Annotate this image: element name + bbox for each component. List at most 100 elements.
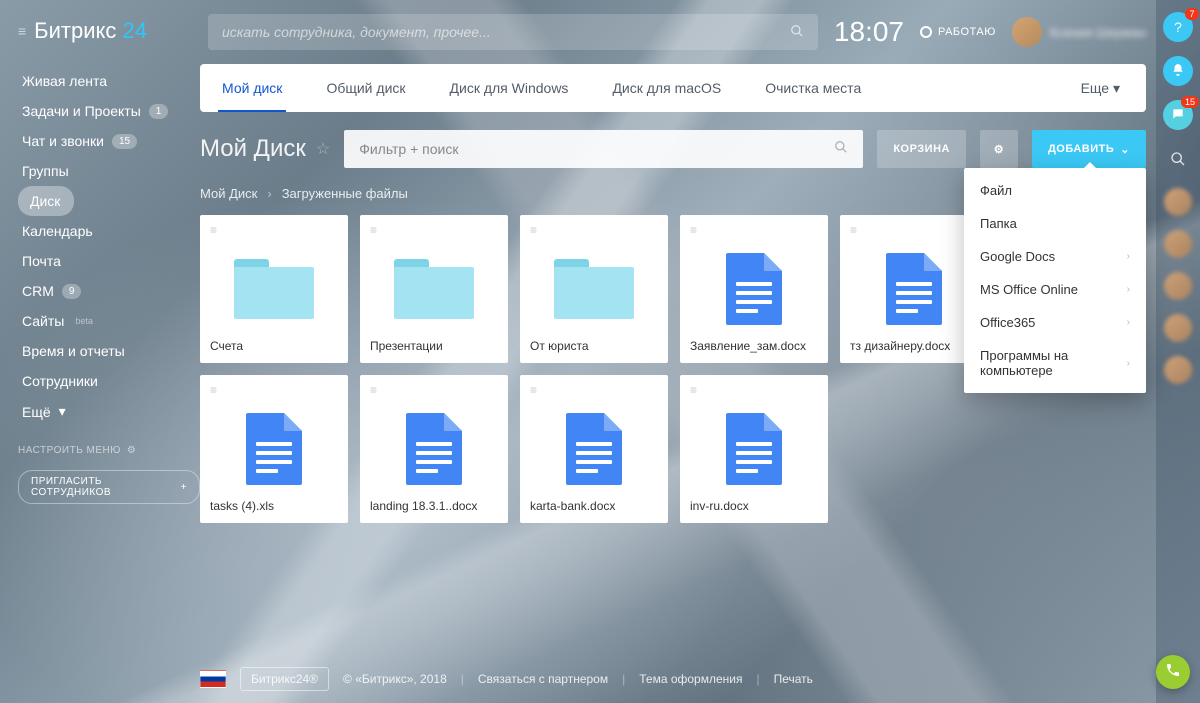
filter-input[interactable] <box>359 141 834 157</box>
sidebar-item-11[interactable]: Ещё▾ <box>18 396 76 427</box>
sidebar-item-9[interactable]: Время и отчеты <box>18 336 135 366</box>
sidebar-item-label: Время и отчеты <box>22 343 125 359</box>
dropdown-item-3[interactable]: MS Office Online › <box>964 273 1146 306</box>
folder-tile[interactable]: ≡Счета <box>200 215 348 363</box>
file-tile[interactable]: ≡Заявление_зам.docx <box>680 215 828 363</box>
sidebar-item-3[interactable]: Группы <box>18 156 79 186</box>
dropdown-item-5[interactable]: Программы на компьютере› <box>964 339 1146 387</box>
file-tile[interactable]: ≡karta-bank.docx <box>520 375 668 523</box>
footer-brand[interactable]: Битрикс24® <box>240 667 329 691</box>
global-search[interactable] <box>208 14 818 50</box>
tab-1[interactable]: Общий диск <box>304 64 427 112</box>
search-icon[interactable] <box>790 24 804 41</box>
tab-2[interactable]: Диск для Windows <box>428 64 591 112</box>
sidebar-item-10[interactable]: Сотрудники <box>18 366 108 396</box>
dropdown-label: Папка <box>980 216 1017 231</box>
dropdown-label: Программы на компьютере <box>980 348 1127 378</box>
sidebar-item-label: Сайты <box>22 313 64 329</box>
document-icon <box>406 413 462 485</box>
chevron-down-icon: ⌄ <box>1120 143 1130 156</box>
configure-menu[interactable]: НАСТРОИТЬ МЕНЮ⚙ <box>18 445 200 456</box>
plus-icon: + <box>181 482 187 493</box>
copyright: © «Битрикс», 2018 <box>343 672 447 686</box>
sidebar-item-4[interactable]: Диск <box>18 186 74 216</box>
rail-avatar[interactable] <box>1164 188 1192 216</box>
search-icon[interactable] <box>834 140 848 159</box>
badge: 15 <box>1181 96 1199 108</box>
clock: 18:07 <box>834 16 904 48</box>
file-label: Презентации <box>370 339 498 353</box>
add-dropdown: ФайлПапкаGoogle Docs›MS Office Online›Of… <box>964 168 1146 393</box>
rail-avatar[interactable] <box>1164 356 1192 384</box>
folder-tile[interactable]: ≡От юриста <box>520 215 668 363</box>
settings-button[interactable]: ⚙ <box>980 130 1018 168</box>
notifications-button[interactable] <box>1163 56 1193 86</box>
sidebar-item-1[interactable]: Задачи и Проекты1 <box>18 96 178 126</box>
dropdown-item-1[interactable]: Папка <box>964 207 1146 240</box>
tab-0[interactable]: Мой диск <box>200 64 304 112</box>
sidebar-item-7[interactable]: CRM9 <box>18 276 91 306</box>
rail-search[interactable] <box>1163 144 1193 174</box>
chevron-right-icon: › <box>1127 284 1130 295</box>
rail-avatar[interactable] <box>1164 272 1192 300</box>
rail-avatar[interactable] <box>1164 314 1192 342</box>
star-icon[interactable]: ☆ <box>316 139 330 159</box>
chevron-down-icon: ▾ <box>59 403 66 420</box>
page-title: Мой Диск ☆ <box>200 135 330 163</box>
badge: 15 <box>112 134 137 149</box>
drag-icon: ≡ <box>370 383 377 397</box>
sidebar-item-label: Группы <box>22 163 69 179</box>
sidebar-item-0[interactable]: Живая лента <box>18 66 117 96</box>
badge: 7 <box>1185 8 1199 20</box>
menu-icon[interactable]: ≡ <box>18 23 26 39</box>
file-label: landing 18.3.1..docx <box>370 499 498 513</box>
work-status[interactable]: РАБОТАЮ <box>920 26 996 38</box>
file-tile[interactable]: ≡ landing 18.3.1..docx <box>360 375 508 523</box>
flag-icon[interactable] <box>200 670 226 688</box>
drag-icon: ≡ <box>210 223 217 237</box>
file-tile[interactable]: ≡ inv-ru.docx <box>680 375 828 523</box>
file-tile[interactable]: ≡tasks (4).xls <box>200 375 348 523</box>
dropdown-item-2[interactable]: Google Docs› <box>964 240 1146 273</box>
tab-more[interactable]: Еще ▾ <box>1061 80 1140 97</box>
dropdown-item-0[interactable]: Файл <box>964 174 1146 207</box>
file-label: inv-ru.docx <box>690 499 818 513</box>
phone-icon <box>1165 662 1181 683</box>
call-fab[interactable] <box>1156 655 1190 689</box>
invite-button[interactable]: ПРИГЛАСИТЬ СОТРУДНИКОВ+ <box>18 470 200 504</box>
sidebar-item-8[interactable]: Сайтыbeta <box>18 306 103 336</box>
footer-link[interactable]: Связаться с партнером <box>478 672 608 686</box>
crumb-root[interactable]: Мой Диск <box>200 186 257 201</box>
help-button[interactable]: ? 7 <box>1163 12 1193 42</box>
dropdown-item-4[interactable]: Office365 › <box>964 306 1146 339</box>
footer-link[interactable]: Тема оформления <box>639 672 742 686</box>
chat-button[interactable]: 15 <box>1163 100 1193 130</box>
global-search-input[interactable] <box>222 24 790 40</box>
trash-button[interactable]: КОРЗИНА <box>877 130 966 168</box>
drag-icon: ≡ <box>530 383 537 397</box>
avatar <box>1012 17 1042 47</box>
drag-icon: ≡ <box>690 383 697 397</box>
user-menu[interactable]: Ксения Шерман <box>1012 17 1146 47</box>
sidebar-item-label: Диск <box>30 193 60 209</box>
sidebar-item-6[interactable]: Почта <box>18 246 71 276</box>
footer-link[interactable]: Печать <box>774 672 813 686</box>
drag-icon: ≡ <box>210 383 217 397</box>
chevron-right-icon: › <box>1127 317 1130 328</box>
sidebar-item-label: CRM <box>22 283 54 299</box>
dropdown-label: Office365 <box>980 315 1035 330</box>
tab-3[interactable]: Диск для macOS <box>590 64 743 112</box>
sidebar-item-5[interactable]: Календарь <box>18 216 103 246</box>
file-label: От юриста <box>530 339 658 353</box>
logo[interactable]: ≡ Битрикс 24 <box>18 18 200 44</box>
folder-tile[interactable]: ≡Презентации <box>360 215 508 363</box>
dropdown-label: Файл <box>980 183 1012 198</box>
user-name: Ксения Шерман <box>1050 25 1146 40</box>
rail-avatar[interactable] <box>1164 230 1192 258</box>
drag-icon: ≡ <box>850 223 857 237</box>
sidebar-item-2[interactable]: Чат и звонки15 <box>18 126 147 156</box>
dropdown-label: MS Office Online <box>980 282 1078 297</box>
chevron-right-icon: › <box>1127 251 1130 262</box>
tab-4[interactable]: Очистка места <box>743 64 883 112</box>
filter-search[interactable] <box>344 130 863 168</box>
